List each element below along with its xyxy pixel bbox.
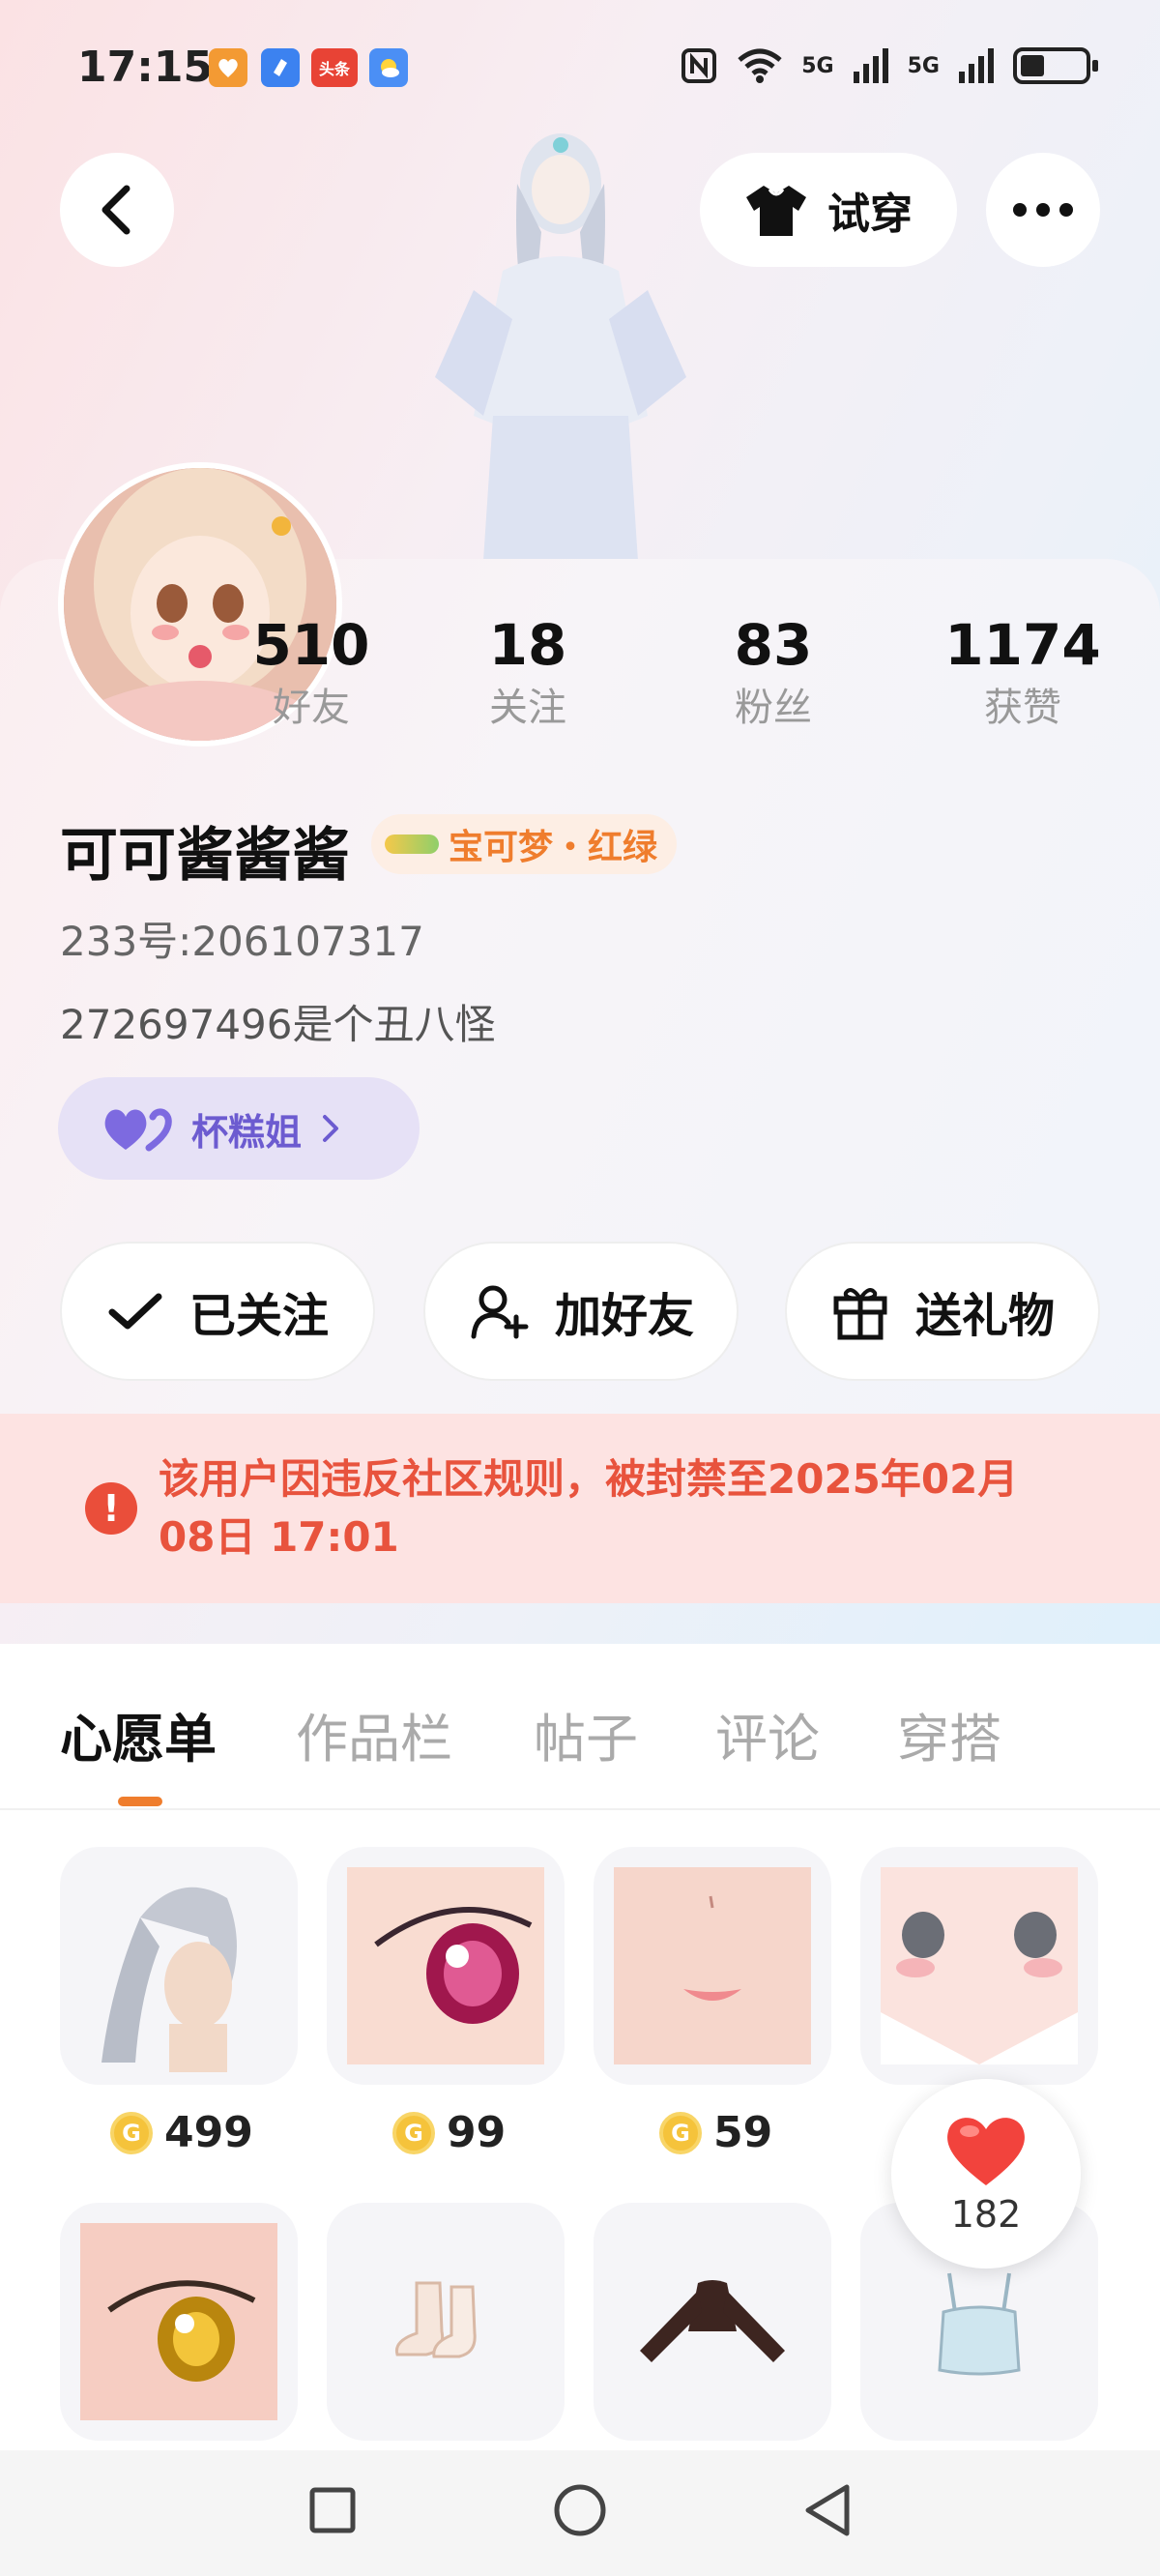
wishlist-item-eye[interactable] (327, 1847, 565, 2085)
signal-icon (853, 48, 888, 83)
coin-icon: G (392, 2111, 435, 2154)
circle-icon (554, 2484, 606, 2536)
gift-icon (833, 1288, 887, 1340)
ban-notice-text: 该用户因违反社区规则，被封禁至2025年02月08日 17:01 (159, 1455, 1019, 1561)
weather-app-icon (369, 48, 408, 87)
toutiao-app-icon: 头条 (311, 48, 358, 87)
hair-item-image (102, 1887, 237, 2072)
signal-icon-2 (959, 48, 994, 83)
back-button[interactable] (60, 153, 174, 267)
stat-likes[interactable]: 1174 获赞 (926, 611, 1119, 737)
add-friend-label: 加好友 (554, 1289, 694, 1343)
triangle-back-icon (805, 2484, 850, 2536)
warning-icon: ! (85, 1482, 137, 1535)
check-icon (108, 1293, 162, 1330)
wishlist-item-eye-yellow[interactable] (60, 2203, 298, 2441)
price-value: 59 (713, 2108, 773, 2157)
shirt-item-image (640, 2280, 785, 2362)
like-button[interactable]: 182 (891, 2079, 1081, 2269)
status-time: 17:15 (77, 43, 214, 92)
more-dots-icon (1013, 203, 1027, 217)
stat-friends-value: 510 (252, 612, 370, 678)
stat-following[interactable]: 18 关注 (431, 611, 624, 737)
recent-apps-button[interactable] (304, 2481, 362, 2539)
stat-likes-label: 获赞 (984, 686, 1061, 730)
wishlist-item-socks[interactable] (327, 2203, 565, 2441)
avatar-figure (435, 133, 686, 561)
wishlist-item-top[interactable] (594, 2203, 831, 2441)
price-value: 99 (447, 2108, 507, 2157)
network-5g-2: 5G (907, 53, 940, 78)
wishlist-item-hair[interactable] (60, 1847, 298, 2085)
tab-comments[interactable]: 评论 (715, 1696, 820, 1772)
followed-button[interactable]: 已关注 (60, 1242, 375, 1381)
eye-item-image (347, 1867, 544, 2064)
ban-notice: ! 该用户因违反社区规则，被封禁至2025年02月08日 17:01 (0, 1414, 1160, 1603)
face-item-image (881, 1867, 1078, 2064)
badge-label: 宝可梦・红绿 (449, 828, 658, 867)
like-count: 182 (950, 2193, 1022, 2236)
system-nav-bar (0, 2450, 1160, 2576)
badge-icon (385, 834, 439, 854)
coin-icon: G (110, 2111, 153, 2154)
chevron-left-icon (102, 185, 130, 235)
try-on-button[interactable]: 试穿 (700, 153, 957, 267)
try-on-label: 试穿 (827, 190, 913, 239)
nfc-icon (682, 48, 717, 83)
add-friend-button[interactable]: 加好友 (423, 1242, 739, 1381)
double-heart-icon (104, 1108, 172, 1152)
cp-label: 杯糕姐 (191, 1110, 303, 1154)
wishlist-item-face[interactable] (860, 1847, 1098, 2085)
camisole-item-image (938, 2272, 1021, 2376)
send-gift-label: 送礼物 (914, 1289, 1055, 1343)
pokemon-badge[interactable]: 宝可梦・红绿 (371, 814, 678, 874)
tabs-divider (0, 1808, 1160, 1810)
nickname: 可可酱酱酱 (60, 822, 350, 890)
stat-fans-value: 83 (734, 612, 813, 678)
tab-works[interactable]: 作品栏 (296, 1696, 452, 1772)
stat-friends-label: 好友 (273, 686, 350, 730)
square-icon (309, 2487, 356, 2533)
socks-item-image (394, 2281, 477, 2358)
price-tag: G 59 (659, 2108, 772, 2157)
mouth-item-image (614, 1867, 811, 2064)
battery-icon (1013, 47, 1098, 84)
heart-icon (947, 2118, 1025, 2185)
send-gift-button[interactable]: 送礼物 (785, 1242, 1100, 1381)
price-tag: G 99 (392, 2108, 506, 2157)
network-5g-1: 5G (801, 53, 834, 78)
orange-heart-app-icon (209, 48, 247, 87)
yellow-eye-item-image (80, 2223, 277, 2420)
wifi-icon (738, 48, 782, 83)
stat-friends[interactable]: 510 好友 (215, 611, 408, 737)
add-user-icon (471, 1285, 529, 1339)
active-tab-indicator (118, 1797, 162, 1806)
status-bar: 17:15 头条 5G 5G (0, 35, 1160, 102)
stat-following-value: 18 (488, 612, 567, 678)
tab-posts[interactable]: 帖子 (534, 1696, 638, 1772)
price-tag: G 499 (110, 2108, 253, 2157)
stat-following-label: 关注 (489, 686, 566, 730)
tab-outfits[interactable]: 穿搭 (897, 1696, 1001, 1772)
blue-app-icon (261, 48, 300, 87)
bio: 272697496是个丑八怪 (60, 1001, 496, 1048)
price-value: 499 (164, 2108, 253, 2157)
chevron-right-icon (323, 1115, 339, 1142)
coin-icon: G (659, 2111, 702, 2154)
more-button[interactable] (986, 153, 1100, 267)
status-right: 5G 5G (680, 46, 1098, 85)
wishlist-item-mouth[interactable] (594, 1847, 831, 2085)
home-button[interactable] (551, 2481, 609, 2539)
cp-relation-pill[interactable]: 杯糕姐 (58, 1077, 420, 1180)
shirt-icon (746, 186, 806, 236)
stat-fans-label: 粉丝 (735, 686, 812, 730)
back-nav-button[interactable] (798, 2481, 856, 2539)
user-id: 233号:206107317 (60, 918, 424, 965)
stat-fans[interactable]: 83 粉丝 (677, 611, 870, 737)
tab-bar: 心愿单 作品栏 帖子 评论 穿搭 (0, 1696, 1160, 1793)
tab-wishlist[interactable]: 心愿单 (60, 1696, 217, 1772)
followed-label: 已关注 (188, 1289, 329, 1343)
stat-likes-value: 1174 (944, 612, 1101, 678)
